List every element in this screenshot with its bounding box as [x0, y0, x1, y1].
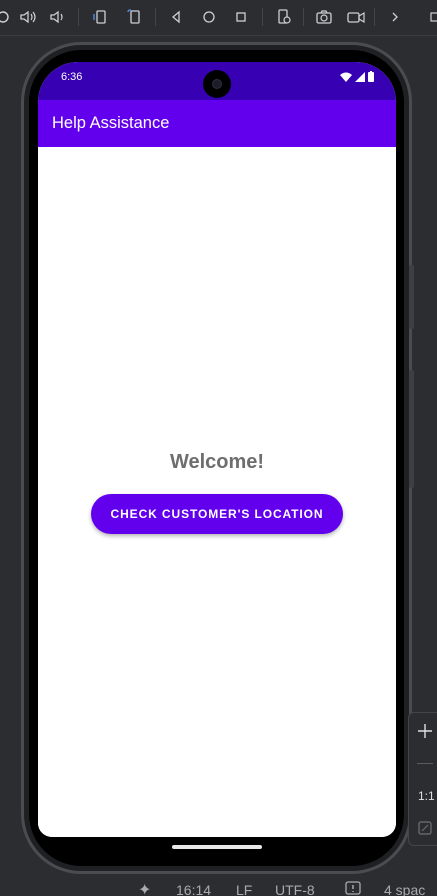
cursor-position[interactable]: 16:14: [176, 882, 211, 896]
status-time: 6:36: [61, 71, 83, 83]
check-location-button[interactable]: CHECK CUSTOMER'S LOCATION: [91, 494, 343, 534]
zoom-actual-size[interactable]: 1:1: [418, 789, 435, 803]
side-button: [409, 370, 414, 488]
back-icon[interactable]: [165, 6, 187, 28]
settings-device-icon[interactable]: [273, 6, 295, 28]
signal-icon: [355, 71, 365, 82]
volume-down-icon[interactable]: [47, 6, 69, 28]
main-content: Welcome! CHECK CUSTOMER'S LOCATION: [38, 147, 396, 837]
home-icon[interactable]: [198, 6, 220, 28]
screen-record-icon[interactable]: [345, 6, 367, 28]
device-screen: 6:36 Help Assistance Welcome! CHECK CUST…: [38, 62, 396, 837]
zoom-in-icon[interactable]: [417, 723, 433, 744]
app-bar: Help Assistance: [38, 100, 396, 147]
status-bar: 6:36: [38, 62, 396, 100]
toolbar-divider: [155, 8, 156, 26]
power-icon[interactable]: [0, 6, 14, 28]
file-encoding[interactable]: UTF-8: [275, 882, 315, 896]
volume-up-icon[interactable]: [17, 6, 39, 28]
toolbar-divider: [303, 8, 304, 26]
app-title: Help Assistance: [52, 114, 170, 132]
screenshot-icon[interactable]: [313, 6, 335, 28]
line-separator[interactable]: LF: [236, 882, 252, 896]
emulator-toolbar: [0, 0, 437, 36]
ide-status-bar: ✦ 16:14 LF UTF-8 4 spac: [0, 878, 437, 896]
zoom-out-icon[interactable]: [417, 763, 433, 764]
overflow-icon[interactable]: [424, 6, 437, 28]
camera-lens: [212, 79, 222, 89]
toolbar-divider: [262, 8, 263, 26]
warning-icon[interactable]: [345, 881, 361, 896]
welcome-heading: Welcome!: [169, 451, 265, 473]
rotate-right-icon[interactable]: [124, 6, 146, 28]
status-icons: [340, 71, 374, 82]
zoom-panel: 1:1: [408, 712, 437, 846]
rotate-left-icon[interactable]: [89, 6, 111, 28]
ai-sparkle-icon[interactable]: ✦: [138, 880, 151, 896]
indent-setting[interactable]: 4 spac: [384, 882, 425, 896]
wifi-icon: [340, 72, 352, 82]
gesture-home-bar[interactable]: [172, 845, 262, 849]
more-icon[interactable]: [384, 6, 406, 28]
overview-icon[interactable]: [230, 6, 252, 28]
camera-cutout: [203, 70, 231, 98]
toolbar-divider: [374, 8, 375, 26]
battery-icon: [368, 71, 374, 82]
volume-rocker: [409, 265, 414, 329]
toolbar-divider: [78, 8, 79, 26]
fit-screen-icon[interactable]: [418, 821, 432, 840]
